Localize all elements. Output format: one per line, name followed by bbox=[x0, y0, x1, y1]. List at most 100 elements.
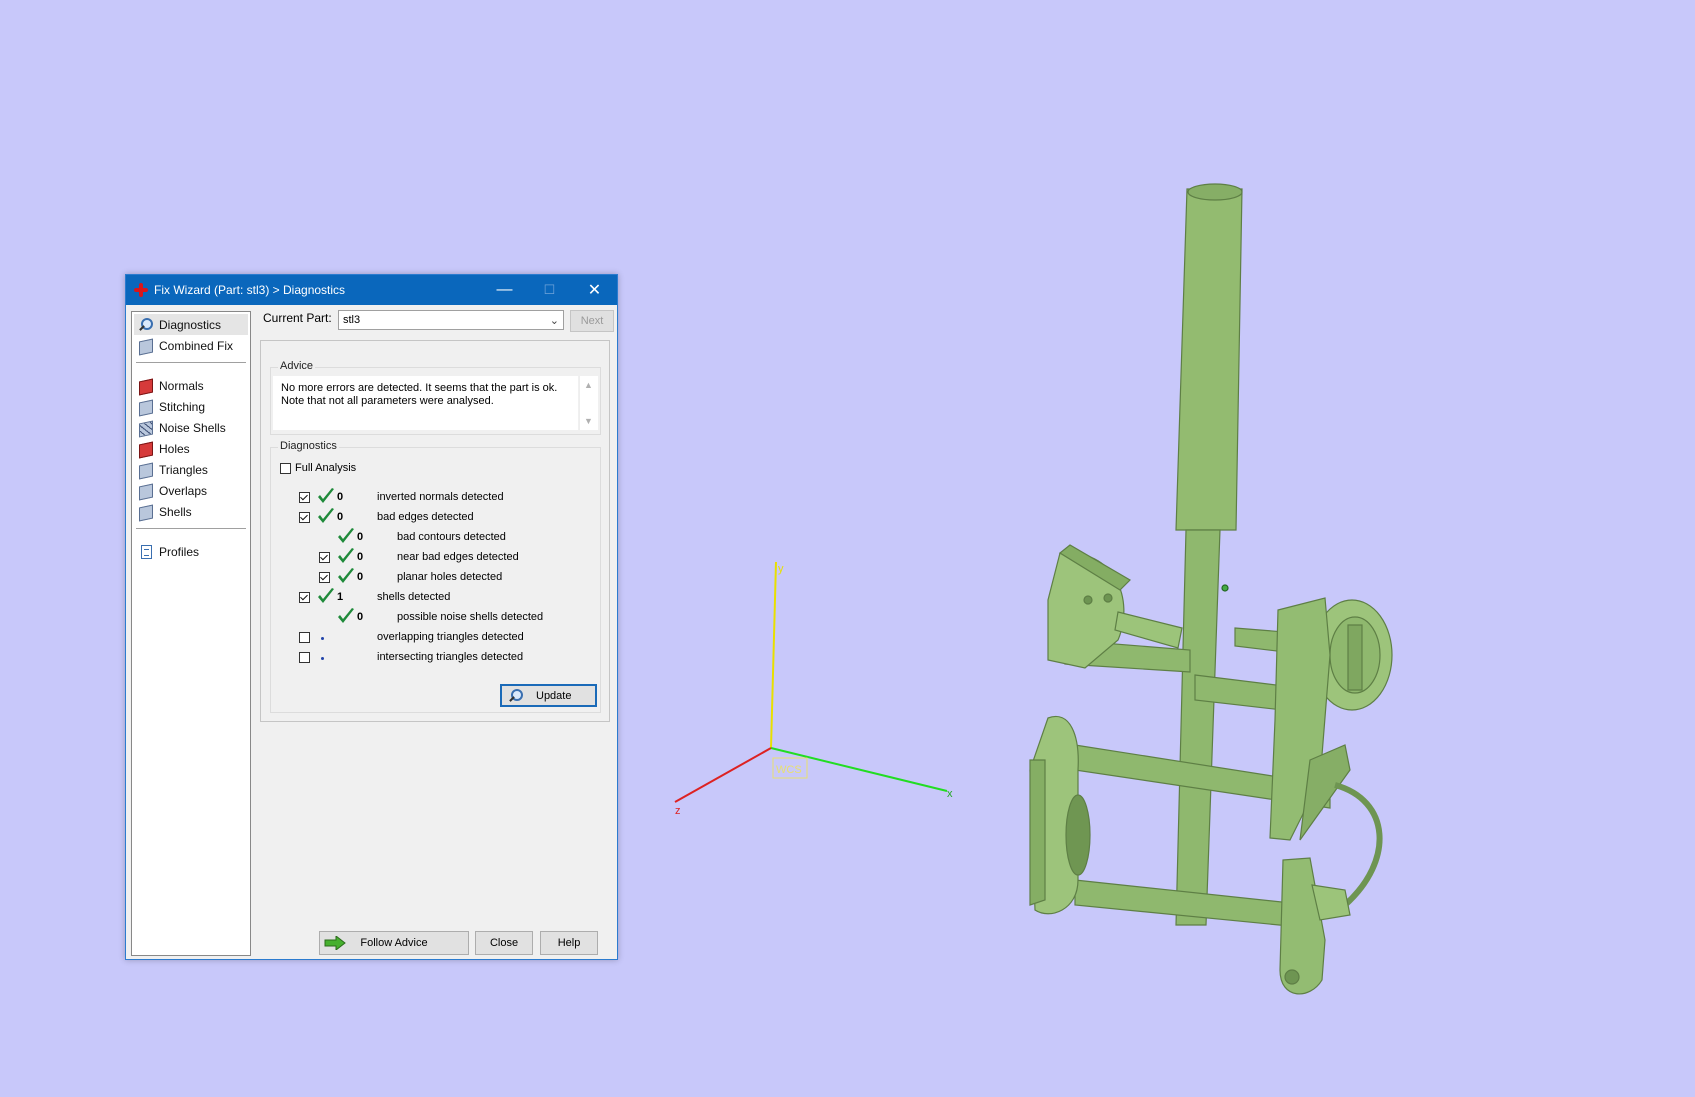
diagnostic-count: 0 bbox=[357, 531, 364, 543]
scroll-up-icon: ▲ bbox=[584, 380, 593, 390]
advice-line-2: Note that not all parameters were analys… bbox=[281, 395, 494, 407]
cube-icon bbox=[138, 504, 154, 521]
nav-item-overlaps[interactable]: Overlaps bbox=[132, 480, 250, 501]
diagnostic-row: 0 planar holes detected bbox=[271, 568, 591, 586]
diagnostic-checkbox[interactable] bbox=[299, 632, 310, 643]
checkmark-icon bbox=[318, 488, 334, 503]
full-analysis-label: Full Analysis bbox=[295, 462, 357, 474]
magnifier-icon bbox=[138, 317, 154, 333]
checkmark-icon bbox=[318, 508, 334, 523]
nav-item-label: Holes bbox=[159, 441, 190, 456]
diagnostic-checkbox[interactable] bbox=[319, 552, 330, 563]
diagnostic-label: planar holes detected bbox=[397, 571, 503, 583]
chevron-down-icon: ⌄ bbox=[549, 315, 559, 327]
minimize-button[interactable]: — bbox=[482, 275, 527, 305]
checkmark-icon bbox=[338, 548, 354, 563]
follow-advice-label: Follow Advice bbox=[360, 937, 428, 949]
diagnostic-count: 0 bbox=[337, 511, 344, 523]
current-part-select[interactable]: stl3 ⌄ bbox=[338, 310, 564, 330]
nav-item-profiles[interactable]: Profiles bbox=[132, 541, 250, 562]
current-part-label: Current Part: bbox=[263, 311, 332, 325]
nav-item-label: Triangles bbox=[159, 462, 208, 477]
title-bar[interactable]: Fix Wizard (Part: stl3) > Diagnostics — … bbox=[126, 275, 617, 305]
diagnostics-title: Diagnostics bbox=[278, 440, 339, 452]
diagnostic-label: shells detected bbox=[377, 591, 451, 603]
nav-item-label: Shells bbox=[159, 504, 192, 519]
nav-item-diagnostics[interactable]: Diagnostics bbox=[134, 314, 248, 335]
nav-item-label: Noise Shells bbox=[159, 420, 226, 435]
nav-item-normals[interactable]: Normals bbox=[132, 375, 250, 396]
app-logo-icon bbox=[134, 283, 148, 297]
diagnostic-checkbox[interactable] bbox=[299, 652, 310, 663]
diagnostic-checkbox[interactable] bbox=[319, 572, 330, 583]
diagnostic-label: bad contours detected bbox=[397, 531, 506, 543]
nav-divider bbox=[136, 362, 246, 363]
window-title: Fix Wizard (Part: stl3) > Diagnostics bbox=[154, 283, 346, 297]
diagnostic-row: overlapping triangles detected bbox=[271, 628, 591, 646]
diagnostic-label: possible noise shells detected bbox=[397, 611, 544, 623]
follow-advice-button[interactable]: Follow Advice bbox=[319, 931, 469, 955]
diagnostic-label: inverted normals detected bbox=[377, 491, 504, 503]
cube-icon bbox=[138, 483, 154, 500]
diagnostic-label: intersecting triangles detected bbox=[377, 651, 524, 663]
checkmark-icon bbox=[338, 568, 354, 583]
nav-item-triangles[interactable]: Triangles bbox=[132, 459, 250, 480]
wcs-axes: y x z WCS bbox=[674, 561, 953, 817]
diagnostic-row: 0 possible noise shells detected bbox=[271, 608, 591, 626]
pending-dot-icon bbox=[321, 657, 324, 660]
diagnostic-count: 0 bbox=[357, 571, 364, 583]
diagnostic-count: 0 bbox=[337, 491, 344, 503]
nav-item-label: Normals bbox=[159, 378, 204, 393]
advice-group: Advice No more errors are detected. It s… bbox=[270, 360, 601, 435]
diagnostic-label: overlapping triangles detected bbox=[377, 631, 524, 643]
update-label: Update bbox=[536, 689, 572, 702]
diagnostic-checkbox[interactable] bbox=[299, 492, 310, 503]
3d-model-part[interactable] bbox=[1029, 183, 1393, 995]
diagnostic-count: 0 bbox=[357, 551, 364, 563]
checkmark-icon bbox=[338, 528, 354, 543]
nav-item-label: Overlaps bbox=[159, 483, 208, 498]
diagnostic-row: 0 near bad edges detected bbox=[271, 548, 591, 566]
diagnostic-count: 0 bbox=[357, 611, 364, 623]
help-button[interactable]: Help bbox=[540, 931, 598, 955]
diagnostic-checkbox[interactable] bbox=[299, 592, 310, 603]
close-window-button[interactable]: ✕ bbox=[572, 275, 617, 305]
wcs-label: WCS bbox=[776, 764, 802, 776]
cube-icon bbox=[138, 338, 154, 355]
advice-scrollbar[interactable]: ▲ ▼ bbox=[579, 376, 598, 430]
fix-wizard-dialog: Fix Wizard (Part: stl3) > Diagnostics — … bbox=[125, 274, 618, 960]
current-part-value: stl3 bbox=[343, 314, 361, 326]
next-button[interactable]: Next bbox=[570, 310, 614, 332]
diagnostic-row: 1 shells detected bbox=[271, 588, 591, 606]
diagnostic-row: 0 bad contours detected bbox=[271, 528, 591, 546]
pending-dot-icon bbox=[321, 637, 324, 640]
nav-item-combined-fix[interactable]: Combined Fix bbox=[132, 335, 250, 356]
nav-item-holes[interactable]: Holes bbox=[132, 438, 250, 459]
diagnostics-panel: Advice No more errors are detected. It s… bbox=[260, 340, 610, 722]
document-icon bbox=[138, 544, 154, 560]
scroll-down-icon: ▼ bbox=[584, 416, 593, 426]
cube-icon bbox=[138, 399, 154, 416]
diagnostic-checkbox[interactable] bbox=[299, 512, 310, 523]
checkmark-icon bbox=[338, 608, 354, 623]
nav-item-noise-shells[interactable]: Noise Shells bbox=[132, 417, 250, 438]
advice-line-1: No more errors are detected. It seems th… bbox=[281, 382, 558, 394]
nav-item-label: Profiles bbox=[159, 544, 200, 559]
nav-item-shells[interactable]: Shells bbox=[132, 501, 250, 522]
update-button[interactable]: Update bbox=[500, 684, 597, 707]
checkmark-icon bbox=[318, 588, 334, 603]
green-arrow-icon bbox=[324, 936, 346, 950]
close-button[interactable]: Close bbox=[475, 931, 533, 955]
nav-item-label: Diagnostics bbox=[159, 317, 222, 332]
maximize-button[interactable]: ☐ bbox=[527, 275, 572, 305]
nav-item-stitching[interactable]: Stitching bbox=[132, 396, 250, 417]
advice-text: No more errors are detected. It seems th… bbox=[273, 376, 578, 430]
holes-cube-icon bbox=[138, 441, 154, 458]
diagnostic-row: 0 bad edges detected bbox=[271, 508, 591, 526]
normals-cube-icon bbox=[138, 378, 154, 395]
nav-divider bbox=[136, 528, 246, 529]
axis-y-label: y bbox=[778, 563, 784, 575]
axis-z-label: z bbox=[675, 805, 681, 817]
full-analysis-checkbox[interactable] bbox=[280, 463, 291, 474]
nav-item-label: Stitching bbox=[159, 399, 206, 414]
